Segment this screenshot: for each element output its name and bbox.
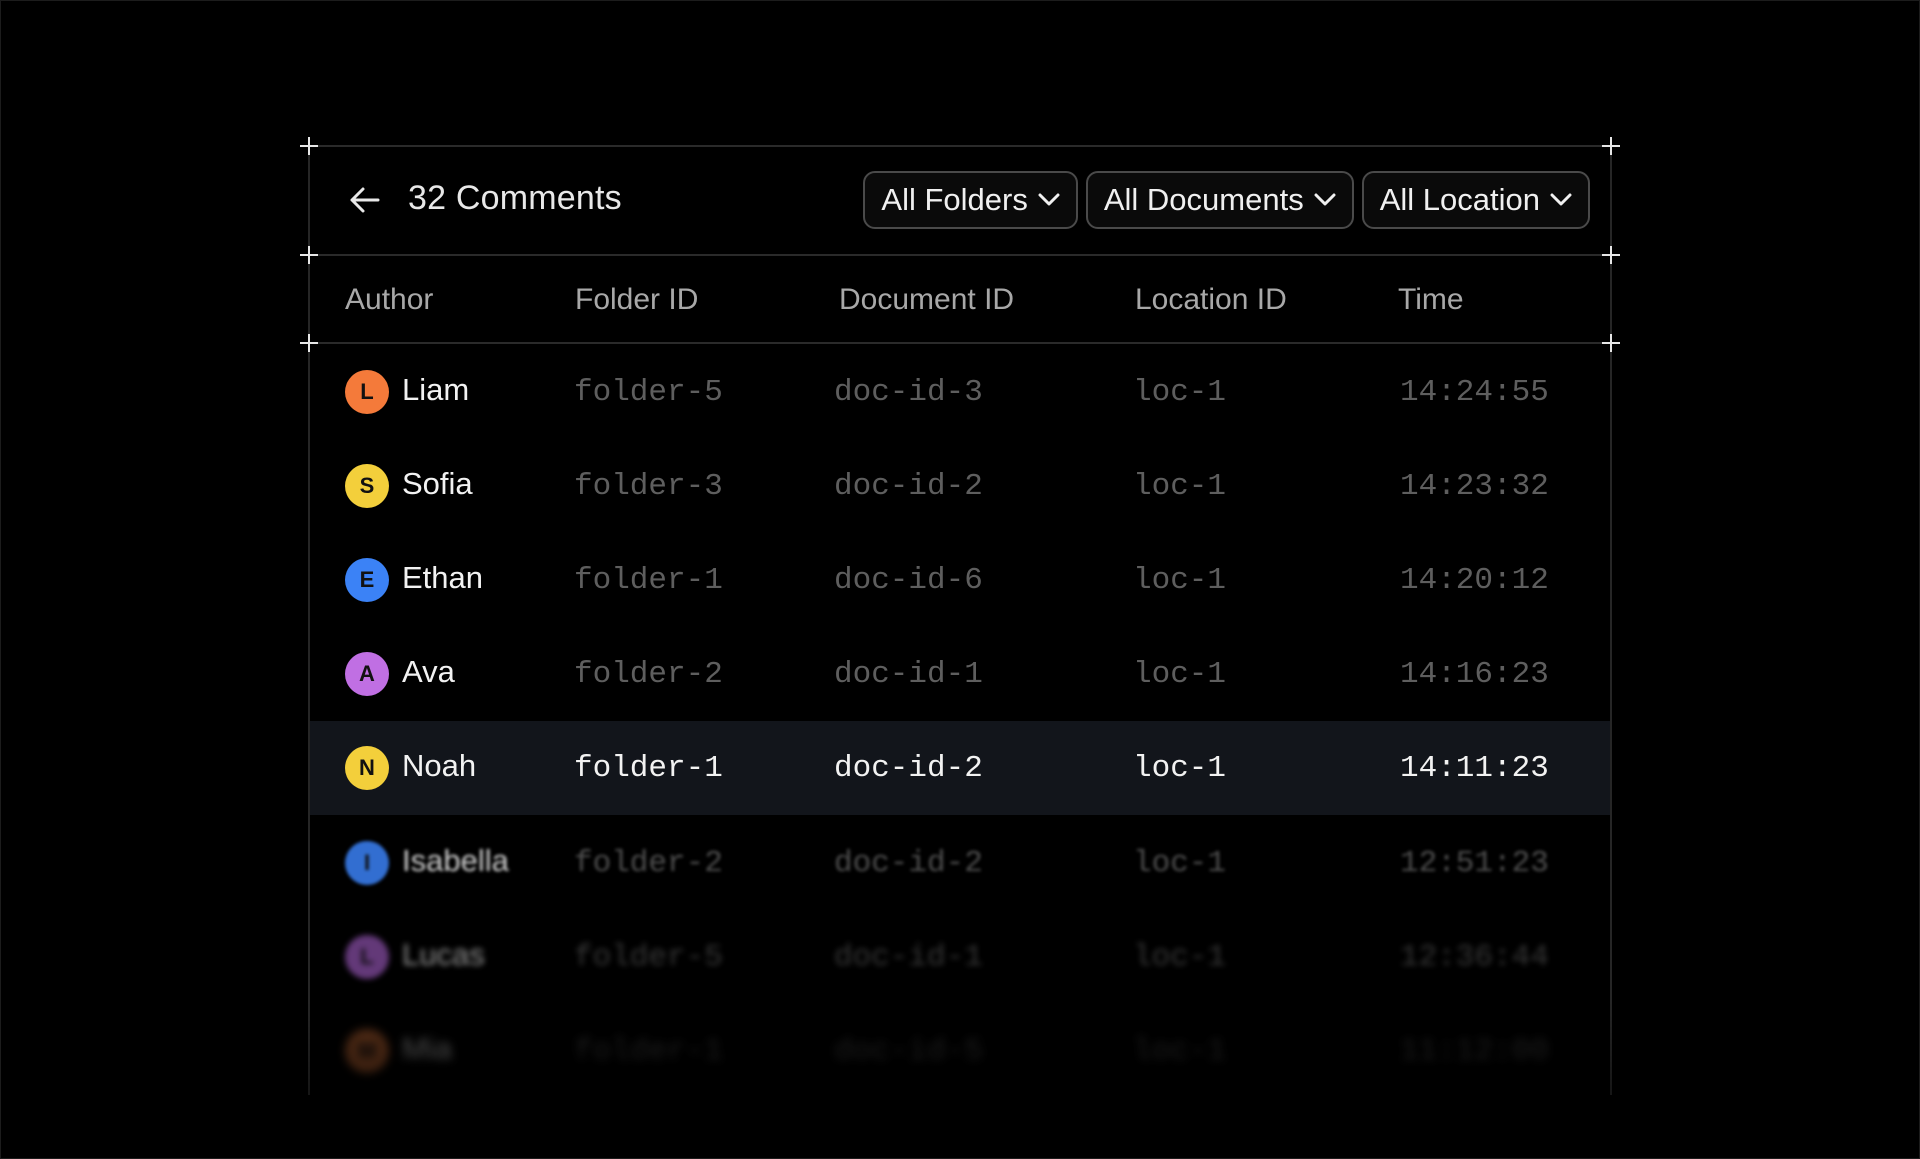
filter-bar: All Folders All Documents All Location: [863, 171, 1590, 229]
avatar: L: [345, 370, 389, 414]
location-id-cell: loc-1: [1133, 940, 1227, 975]
author-name: Liam: [402, 372, 470, 407]
row-content: N Noah folder-1 doc-id-2 loc-1 14:11:23: [310, 721, 1610, 815]
column-header-location-id[interactable]: Location ID: [1135, 283, 1287, 317]
folder-id-cell: folder-5: [574, 940, 723, 975]
location-id-cell: loc-1: [1133, 657, 1227, 692]
chevron-down-icon: [1038, 193, 1060, 206]
documents-filter-dropdown[interactable]: All Documents: [1085, 171, 1354, 229]
column-header-document-id[interactable]: Document ID: [839, 283, 1014, 317]
avatar: A: [345, 652, 389, 696]
folder-id-cell: folder-1: [574, 1034, 723, 1069]
row-content: I Isabella folder-2 doc-id-2 loc-1 12:51:23: [310, 816, 1610, 910]
document-id-cell: doc-id-2: [834, 469, 983, 504]
table-row[interactable]: A Ava folder-2 doc-id-1 loc-1 14:16:23: [310, 627, 1610, 721]
back-button[interactable]: [348, 185, 382, 215]
avatar: N: [345, 746, 389, 790]
folder-id-cell: folder-1: [574, 751, 723, 786]
column-header-author[interactable]: Author: [345, 283, 433, 317]
column-header-time[interactable]: Time: [1398, 283, 1464, 317]
time-cell: 14:23:32: [1400, 469, 1549, 504]
folder-id-cell: folder-2: [574, 657, 723, 692]
table-row[interactable]: M Mia folder-1 doc-id-5 loc-1 11:12:00: [310, 1004, 1610, 1098]
header-divider: [308, 254, 1612, 256]
page-title: 32 Comments: [408, 179, 622, 217]
time-cell: 11:12:00: [1400, 1034, 1549, 1069]
folders-filter-label: All Folders: [881, 182, 1028, 217]
chevron-down-icon: [1550, 193, 1572, 206]
panel-header: 32 Comments All Folders All Documents Al…: [310, 147, 1610, 253]
location-filter-label: All Location: [1379, 182, 1540, 217]
time-cell: 14:24:55: [1400, 375, 1549, 410]
location-id-cell: loc-1: [1133, 375, 1227, 410]
folders-filter-dropdown[interactable]: All Folders: [863, 171, 1078, 229]
table-row[interactable]: I Isabella folder-2 doc-id-2 loc-1 12:51:23: [310, 816, 1610, 910]
time-cell: 12:51:23: [1400, 846, 1549, 881]
author-name: Lucas: [402, 937, 485, 972]
location-id-cell: loc-1: [1133, 563, 1227, 598]
table-row[interactable]: E Ethan folder-1 doc-id-6 loc-1 14:20:12: [310, 533, 1610, 627]
avatar: M: [345, 1029, 389, 1073]
columns-divider: [308, 342, 1612, 344]
avatar: L: [345, 935, 389, 979]
folder-id-cell: folder-2: [574, 846, 723, 881]
author-name: Isabella: [402, 843, 509, 878]
avatar: E: [345, 558, 389, 602]
location-id-cell: loc-1: [1133, 751, 1227, 786]
row-content: L Lucas folder-5 doc-id-1 loc-1 12:36:44: [310, 910, 1610, 1004]
table-row[interactable]: N Noah folder-1 doc-id-2 loc-1 14:11:23: [310, 721, 1610, 815]
author-name: Mia: [402, 1031, 452, 1066]
time-cell: 14:20:12: [1400, 563, 1549, 598]
time-cell: 14:11:23: [1400, 751, 1549, 786]
folder-id-cell: folder-3: [574, 469, 723, 504]
document-id-cell: doc-id-2: [834, 846, 983, 881]
author-name: Ethan: [402, 560, 484, 595]
folder-id-cell: folder-5: [574, 375, 723, 410]
folder-id-cell: folder-1: [574, 563, 723, 598]
document-id-cell: doc-id-1: [834, 940, 983, 975]
location-id-cell: loc-1: [1133, 846, 1227, 881]
chevron-down-icon: [1314, 193, 1336, 206]
document-id-cell: doc-id-5: [834, 1034, 983, 1069]
document-id-cell: doc-id-3: [834, 375, 983, 410]
document-id-cell: doc-id-1: [834, 657, 983, 692]
location-id-cell: loc-1: [1133, 469, 1227, 504]
row-content: E Ethan folder-1 doc-id-6 loc-1 14:20:12: [310, 533, 1610, 627]
time-cell: 12:36:44: [1400, 940, 1549, 975]
location-filter-dropdown[interactable]: All Location: [1361, 171, 1590, 229]
author-name: Noah: [402, 748, 477, 783]
document-id-cell: doc-id-2: [834, 751, 983, 786]
table-row[interactable]: S Sofia folder-3 doc-id-2 loc-1 14:23:32: [310, 439, 1610, 533]
row-content: S Sofia folder-3 doc-id-2 loc-1 14:23:32: [310, 439, 1610, 533]
row-content: L Liam folder-5 doc-id-3 loc-1 14:24:55: [310, 345, 1610, 439]
column-header-folder-id[interactable]: Folder ID: [575, 283, 698, 317]
location-id-cell: loc-1: [1133, 1034, 1227, 1069]
arrow-left-icon: [350, 187, 380, 213]
author-name: Ava: [402, 654, 455, 689]
table-row[interactable]: L Lucas folder-5 doc-id-1 loc-1 12:36:44: [310, 910, 1610, 1004]
row-content: M Mia folder-1 doc-id-5 loc-1 11:12:00: [310, 1004, 1610, 1098]
table-row[interactable]: L Liam folder-5 doc-id-3 loc-1 14:24:55: [310, 345, 1610, 439]
row-content: A Ava folder-2 doc-id-1 loc-1 14:16:23: [310, 627, 1610, 721]
documents-filter-label: All Documents: [1103, 182, 1304, 217]
stage: 32 Comments All Folders All Documents Al…: [0, 0, 1920, 1159]
author-name: Sofia: [402, 466, 473, 501]
time-cell: 14:16:23: [1400, 657, 1549, 692]
document-id-cell: doc-id-6: [834, 563, 983, 598]
avatar: S: [345, 464, 389, 508]
avatar: I: [345, 841, 389, 885]
